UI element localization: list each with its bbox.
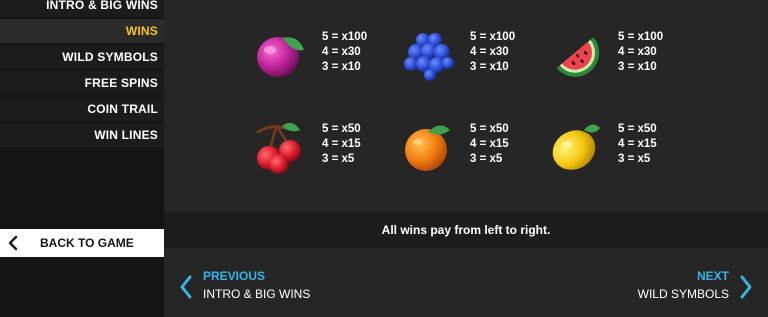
pay-values: 5 = x50 4 = x15 3 = x5: [470, 122, 509, 167]
chevron-left-icon: [8, 235, 18, 251]
pay-3: 3 = x5: [322, 153, 355, 165]
blueberries-icon: [404, 33, 454, 81]
previous-page-name: INTRO & BIG WINS: [203, 287, 311, 301]
symbol-cherries: 5 = x50 4 = x15 3 = x5: [254, 120, 404, 174]
menu-item-wins[interactable]: WINS: [0, 19, 164, 43]
lemon-icon: [552, 124, 600, 170]
pay-values: 5 = x50 4 = x15 3 = x5: [322, 122, 361, 167]
pay-4: 4 = x30: [470, 46, 509, 58]
chevron-right-icon: [740, 275, 752, 299]
symbol-lemon: 5 = x50 4 = x15 3 = x5: [550, 120, 700, 174]
pay-3: 3 = x5: [470, 153, 503, 165]
next-label: NEXT: [696, 269, 729, 283]
previous-page-button[interactable]: PREVIOUS INTRO & BIG WINS: [178, 268, 310, 303]
next-page-button[interactable]: NEXT WILD SYMBOLS: [638, 268, 754, 303]
help-sidebar: INTRO & BIG WINS WINS WILD SYMBOLS FREE …: [0, 0, 164, 317]
paytable-info-text: All wins pay from left to right.: [164, 212, 768, 248]
pay-4: 4 = x30: [322, 46, 361, 58]
pay-5: 5 = x50: [322, 123, 361, 135]
symbol-blueberries: 5 = x100 4 = x30 3 = x10: [402, 28, 552, 82]
pay-5: 5 = x100: [470, 31, 516, 43]
page-navigation: PREVIOUS INTRO & BIG WINS NEXT WILD SYMB…: [164, 248, 768, 317]
back-to-game-button[interactable]: BACK TO GAME: [0, 229, 164, 257]
menu-item-intro-big-wins[interactable]: INTRO & BIG WINS: [0, 0, 164, 17]
menu-item-wild-symbols[interactable]: WILD SYMBOLS: [0, 45, 164, 69]
previous-label: PREVIOUS: [203, 269, 266, 283]
plum-icon: [257, 37, 304, 77]
symbol-plum: 5 = x100 4 = x30 3 = x10: [254, 28, 404, 82]
pay-5: 5 = x50: [470, 123, 509, 135]
symbol-watermelon: 5 = x100 4 = x30 3 = x10: [550, 28, 700, 82]
pay-3: 3 = x5: [618, 153, 651, 165]
pay-values: 5 = x100 4 = x30 3 = x10: [618, 30, 663, 75]
next-page-name: WILD SYMBOLS: [637, 287, 729, 301]
back-to-game-label: BACK TO GAME: [40, 236, 134, 250]
pay-3: 3 = x10: [618, 61, 657, 73]
chevron-left-icon: [180, 275, 192, 299]
pay-4: 4 = x15: [470, 138, 509, 150]
watermelon-icon: [556, 37, 600, 77]
menu-item-win-lines[interactable]: WIN LINES: [0, 123, 164, 147]
pay-3: 3 = x10: [470, 61, 509, 73]
menu-item-coin-trail[interactable]: COIN TRAIL: [0, 97, 164, 121]
pay-values: 5 = x100 4 = x30 3 = x10: [470, 30, 515, 75]
pay-4: 4 = x15: [618, 138, 657, 150]
pay-5: 5 = x100: [322, 31, 368, 43]
menu-item-free-spins[interactable]: FREE SPINS: [0, 71, 164, 95]
pay-5: 5 = x100: [618, 31, 664, 43]
cherries-icon: [256, 122, 301, 174]
symbol-orange: 5 = x50 4 = x15 3 = x5: [402, 120, 552, 174]
pay-4: 4 = x30: [618, 46, 657, 58]
pay-3: 3 = x10: [322, 61, 361, 73]
pay-5: 5 = x50: [618, 123, 657, 135]
paytable-panel: 5 = x100 4 = x30 3 = x10 5 = x100 4 = x3…: [164, 0, 768, 212]
pay-values: 5 = x50 4 = x15 3 = x5: [618, 122, 657, 167]
pay-4: 4 = x15: [322, 138, 361, 150]
orange-icon: [405, 125, 450, 171]
pay-values: 5 = x100 4 = x30 3 = x10: [322, 30, 367, 75]
